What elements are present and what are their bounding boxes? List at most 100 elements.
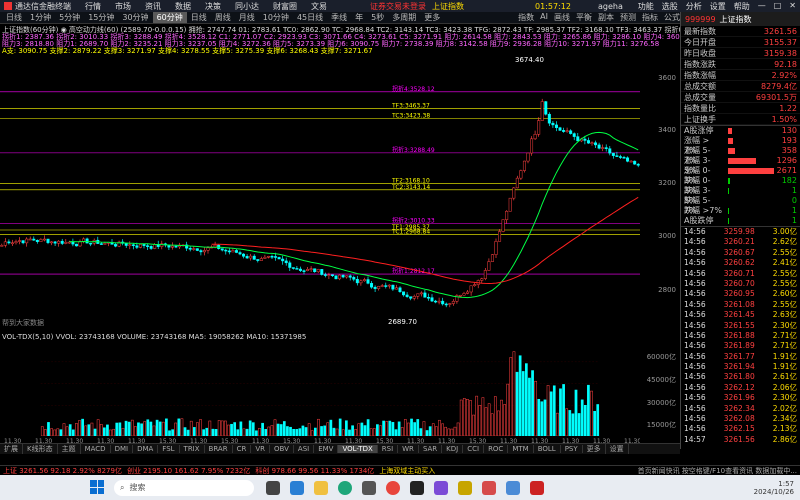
indicator-tab[interactable]: SAR [419,445,443,453]
tool-button[interactable]: AI [540,12,548,23]
volume-bar [472,414,475,436]
volume-bar [462,398,466,436]
menu-item[interactable]: 行情 [85,2,101,11]
menu-item[interactable]: 文易 [311,2,327,11]
menu-select[interactable]: 选股 [662,1,678,12]
indicator-tab[interactable]: 扩展 [0,444,23,454]
widgets-icon[interactable] [290,480,304,495]
volume-chart[interactable] [0,340,640,436]
indicator-tab[interactable]: TRIX [180,445,205,453]
period-tab[interactable]: 季线 [327,12,351,23]
indicator-tab[interactable]: 更多 [583,444,606,454]
minimize-icon[interactable]: — [758,1,766,12]
menu-analyze[interactable]: 分析 [686,1,702,12]
level-label: TC2:3143.14 [391,184,430,191]
tool-button[interactable]: 画线 [554,12,570,23]
period-tab[interactable]: 月线 [235,12,259,23]
indicator-tab[interactable]: WR [398,445,419,453]
tick-list[interactable]: 14:56 3259.98 3.00亿 14:56 3260.21 2.62亿 14:56 3… [681,227,800,445]
period-tab[interactable]: 日线 [2,12,26,23]
status-kc[interactable]: 科创 978.66 99.56 11.33% 1734亿 [255,466,374,476]
windows-start-icon[interactable] [90,480,104,494]
period-tab[interactable]: 15分钟 [84,12,118,23]
system-clock[interactable]: 1:57 2024/10/26 [754,480,794,496]
period-tab[interactable]: 1分钟 [26,12,55,23]
clock-time: 1:57 [778,479,794,488]
indicator-tab[interactable]: DMI [111,445,134,453]
period-tab[interactable]: 5分钟 [55,12,84,23]
indicator-tab[interactable]: MACD [81,445,111,453]
file-explorer-icon[interactable] [314,480,328,495]
indicator-tab[interactable]: MTM [508,445,534,453]
indicator-tab[interactable]: VOL-TDX [338,445,378,453]
menu-item[interactable]: 财富圈 [273,2,297,11]
menu-item[interactable]: 资讯 [145,2,161,11]
tool-button[interactable]: 公式 [664,12,680,23]
period-tab[interactable]: 日线 [187,12,211,23]
tdx-icon[interactable] [530,480,544,495]
indicator-tab[interactable]: K线形态 [23,444,58,454]
store-icon[interactable] [362,480,376,495]
period-tab[interactable]: 30分钟 [118,12,152,23]
status-sh[interactable]: 上证 3261.56 92.18 2.92% 8279亿 [3,466,122,476]
indicator-tab[interactable]: CR [233,445,252,453]
chrome-icon[interactable] [386,480,400,495]
indicator-tab[interactable]: 主题 [58,444,81,454]
period-tab[interactable]: 45日线 [293,12,327,23]
level-label: 拐折4:3528.12 [392,85,435,93]
indicator-tab[interactable]: VR [251,445,271,453]
menu-item[interactable]: 数据 [175,2,191,11]
volume-bar [115,422,119,436]
menu-settings[interactable]: 设置 [710,1,726,12]
indicator-tab[interactable]: 设置 [606,444,629,454]
menu-item[interactable]: 同小达 [235,2,259,11]
tool-button[interactable]: 平衡 [576,12,592,23]
tool-button[interactable]: 预测 [620,12,636,23]
menu-item[interactable]: 决策 [205,2,221,11]
status-bar: 上证 3261.56 92.18 2.92% 8279亿 创业 2195.10 … [0,465,800,475]
period-tab[interactable]: 10分钟 [259,12,293,23]
indicator-tab[interactable]: ASI [294,445,315,453]
app-icon[interactable] [482,480,496,495]
media-icon[interactable] [410,480,424,495]
period-tab[interactable]: 多周期 [388,12,420,23]
login-notice[interactable]: 证券交易未登录 [370,2,426,11]
indicator-tab[interactable]: ROC [484,445,509,453]
indicator-tab[interactable]: BRAR [205,445,233,453]
quote-stat-row: 指数涨跌 92.18 [681,59,800,70]
indicator-tab[interactable]: BOLL [534,445,561,453]
taskbar-search[interactable]: ⌕ 搜索 [114,479,254,496]
high-price-label: 3674.40 [515,56,544,64]
indicator-tab[interactable]: EMV [314,445,339,453]
task-view-icon[interactable] [266,480,280,495]
tool-button[interactable]: 指标 [642,12,658,23]
indicator-tab[interactable]: KDJ [442,445,464,453]
app-icon[interactable] [458,480,472,495]
indicator-tab[interactable]: FSL [158,445,180,453]
close-icon[interactable]: ✕ [789,1,796,12]
period-tab-selected[interactable]: 60分钟 [152,12,187,23]
app-icon[interactable] [434,480,448,495]
period-tab[interactable]: 5秒 [367,12,388,23]
app-icon[interactable] [506,480,520,495]
indicator-tab[interactable]: RSI [378,445,399,453]
indicator-tab[interactable]: PSY [561,445,583,453]
user-name[interactable]: ageha [598,2,623,11]
candlestick-chart[interactable]: 拐折4:3528.12 拐折3:3288.49 TF3:3463.37 TC3:342… [0,48,640,328]
indicator-tab[interactable]: OBV [270,445,294,453]
menu-function[interactable]: 功能 [638,1,654,12]
tick-volume: 2.55亿 [772,278,797,288]
edge-browser-icon[interactable] [338,480,352,495]
tool-button[interactable]: 指数 [518,12,534,23]
period-tab[interactable]: 年 [351,12,367,23]
status-cy[interactable]: 创业 2195.10 161.62 7.95% 7232亿 [127,466,250,476]
menu-help[interactable]: 帮助 [734,1,750,12]
notice[interactable]: 证券交易未登录 上证指数 [370,1,464,12]
indicator-tab[interactable]: DMA [133,445,159,453]
period-tab[interactable]: 更多 [420,12,444,23]
tool-button[interactable]: 副本 [598,12,614,23]
indicator-tab[interactable]: CCI [463,445,485,453]
maximize-icon[interactable]: □ [774,1,782,12]
period-tab[interactable]: 周线 [211,12,235,23]
menu-item[interactable]: 市场 [115,2,131,11]
